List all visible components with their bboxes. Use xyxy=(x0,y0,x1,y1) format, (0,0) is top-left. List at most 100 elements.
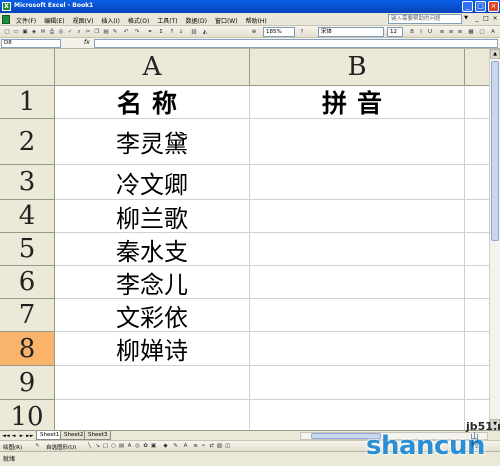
shadow-icon[interactable]: ▧ xyxy=(216,443,223,450)
font-name-select[interactable]: 宋体 xyxy=(318,27,384,37)
autoshapes-menu[interactable]: 自选图形(U) xyxy=(46,443,76,451)
italic-icon[interactable]: I xyxy=(417,28,425,36)
cell-c7[interactable] xyxy=(465,299,489,332)
arrow-icon[interactable]: ↘ xyxy=(94,443,101,450)
paste-icon[interactable]: ▤ xyxy=(102,28,110,36)
column-header-b[interactable]: B xyxy=(250,49,465,86)
redo-icon[interactable]: ↷ xyxy=(133,28,141,36)
sort-descending-icon[interactable]: ↓ xyxy=(177,28,185,36)
help-icon[interactable]: ? xyxy=(298,28,306,36)
cell-a9[interactable] xyxy=(55,366,250,400)
fill-color-icon[interactable]: ◆ xyxy=(162,443,169,450)
cell-b1[interactable]: 拼音 xyxy=(250,86,465,119)
zoom-icon[interactable]: ⊕ xyxy=(250,28,258,36)
menu-edit[interactable]: 编辑(E) xyxy=(40,15,68,26)
help-search-input[interactable]: 键入需要帮助的问题 xyxy=(388,14,462,24)
picture-icon[interactable]: ▣ xyxy=(150,443,157,450)
cell-b2[interactable] xyxy=(250,119,465,165)
cell-c3[interactable] xyxy=(465,165,489,200)
cell-b3[interactable] xyxy=(250,165,465,200)
cell-a1[interactable]: 名称 xyxy=(55,86,250,119)
cell-a8[interactable]: 柳婵诗 xyxy=(55,332,250,366)
doc-close-button[interactable]: × xyxy=(491,15,499,23)
merge-center-icon[interactable]: ▦ xyxy=(467,28,475,36)
scroll-up-icon[interactable]: ▲ xyxy=(490,49,500,59)
row-header-7[interactable]: 7 xyxy=(0,299,55,332)
line-icon[interactable]: ╲ xyxy=(86,443,93,450)
email-icon[interactable]: ✉ xyxy=(39,28,47,36)
tab-sheet3[interactable]: Sheet3 xyxy=(84,431,112,440)
align-right-icon[interactable]: ≡ xyxy=(456,28,464,36)
textbox-icon[interactable]: ▤ xyxy=(118,443,125,450)
open-icon[interactable]: ▭ xyxy=(12,28,20,36)
select-pointer-icon[interactable]: ↖ xyxy=(34,443,41,450)
row-header-2[interactable]: 2 xyxy=(0,119,55,165)
permission-icon[interactable]: ◈ xyxy=(30,28,38,36)
menu-format[interactable]: 格式(O) xyxy=(124,15,153,26)
row-header-4[interactable]: 4 xyxy=(0,200,55,233)
cell-c10[interactable] xyxy=(465,400,489,430)
cell-b9[interactable] xyxy=(250,366,465,400)
bold-icon[interactable]: B xyxy=(408,28,416,36)
cell-c4[interactable] xyxy=(465,200,489,233)
cell-c6[interactable] xyxy=(465,266,489,299)
print-icon[interactable]: ⎙ xyxy=(48,28,56,36)
name-box[interactable]: D8 xyxy=(1,39,61,48)
scroll-down-icon[interactable]: ▼ xyxy=(490,419,500,429)
vertical-scrollbar[interactable]: ▲ ▼ xyxy=(489,49,500,430)
wordart-icon[interactable]: A xyxy=(126,443,133,450)
cell-a3[interactable]: 冷文卿 xyxy=(55,165,250,200)
column-header-a[interactable]: A xyxy=(55,49,250,86)
row-header-6[interactable]: 6 xyxy=(0,266,55,299)
row-header-8[interactable]: 8 xyxy=(0,332,55,366)
chart-wizard-icon[interactable]: ▥ xyxy=(190,28,198,36)
spelling-icon[interactable]: ✓ xyxy=(66,28,74,36)
column-header-c[interactable] xyxy=(465,49,489,86)
next-sheet-icon[interactable]: ► xyxy=(18,432,25,440)
doc-restore-button[interactable]: □ xyxy=(482,15,490,23)
borders-icon[interactable]: ▢ xyxy=(478,28,486,36)
formula-input[interactable] xyxy=(94,39,498,48)
autosum-icon[interactable]: Σ xyxy=(157,28,165,36)
cell-b4[interactable] xyxy=(250,200,465,233)
sort-ascending-icon[interactable]: ↑ xyxy=(168,28,176,36)
copy-icon[interactable]: ❐ xyxy=(93,28,101,36)
arrow-style-icon[interactable]: ⇄ xyxy=(208,443,215,450)
cell-c5[interactable] xyxy=(465,233,489,266)
close-button[interactable]: × xyxy=(488,1,499,12)
drawing-icon[interactable]: ◭ xyxy=(201,28,209,36)
line-style-icon[interactable]: ≡ xyxy=(192,443,199,450)
font-size-select[interactable]: 12 xyxy=(387,27,403,37)
first-sheet-icon[interactable]: ◄◄ xyxy=(2,432,10,440)
cell-a7[interactable]: 文彩依 xyxy=(55,299,250,332)
menu-view[interactable]: 视图(V) xyxy=(69,15,98,26)
row-header-1[interactable]: 1 xyxy=(0,86,55,119)
menu-data[interactable]: 数据(D) xyxy=(182,15,211,26)
fx-icon[interactable]: fx xyxy=(84,39,90,46)
row-header-3[interactable]: 3 xyxy=(0,165,55,200)
cell-a5[interactable]: 秦水支 xyxy=(55,233,250,266)
horizontal-scrollbar[interactable] xyxy=(300,432,488,440)
draw-menu[interactable]: 绘图(R) xyxy=(3,443,22,451)
dash-style-icon[interactable]: ┅ xyxy=(200,443,207,450)
cell-b8[interactable] xyxy=(250,332,465,366)
row-header-9[interactable]: 9 xyxy=(0,366,55,400)
cell-a10[interactable] xyxy=(55,400,250,430)
diagram-icon[interactable]: ◎ xyxy=(134,443,141,450)
preview-icon[interactable]: ◎ xyxy=(57,28,65,36)
cell-c1[interactable] xyxy=(465,86,489,119)
last-sheet-icon[interactable]: ►► xyxy=(26,432,34,440)
format-painter-icon[interactable]: ✎ xyxy=(111,28,119,36)
menu-file[interactable]: 文件(F) xyxy=(12,15,40,26)
select-all-corner[interactable] xyxy=(0,49,55,86)
prev-sheet-icon[interactable]: ◄ xyxy=(10,432,17,440)
cell-b7[interactable] xyxy=(250,299,465,332)
menu-help[interactable]: 帮助(H) xyxy=(242,15,271,26)
excel-icon[interactable]: X xyxy=(2,2,11,11)
cell-c9[interactable] xyxy=(465,366,489,400)
rectangle-icon[interactable]: □ xyxy=(102,443,109,450)
row-header-5[interactable]: 5 xyxy=(0,233,55,266)
research-icon[interactable]: ⌕ xyxy=(75,28,83,36)
oval-icon[interactable]: ○ xyxy=(110,443,117,450)
line-color-icon[interactable]: ✎ xyxy=(172,443,179,450)
